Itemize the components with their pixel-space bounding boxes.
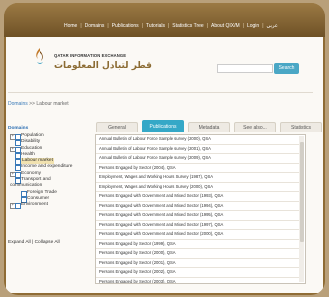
divider [8, 92, 313, 93]
nav-separator: | [80, 23, 82, 29]
nav-link-4[interactable]: Statistics Tree [172, 23, 203, 29]
tab-seealso[interactable]: See also... [234, 122, 276, 132]
search-input[interactable] [217, 64, 273, 73]
vertical-scrollbar[interactable] [299, 136, 304, 282]
list-item[interactable]: Persons Engaged by Sector (2002), QSA [96, 268, 299, 278]
top-navigation-bar: Home | Domains | Publications | Tutorials | Stat… [4, 3, 325, 37]
nav-link-1[interactable]: Domains [85, 23, 105, 29]
list-item[interactable]: Persons Engaged by Sector (2000), QSA [96, 249, 299, 259]
nav-link-5[interactable]: About QIX/M [211, 23, 240, 29]
list-item[interactable]: Persons Engaged with Government and Mixe… [96, 202, 299, 211]
search-button[interactable]: Search [274, 63, 299, 74]
nav-link-0[interactable]: Home [64, 23, 77, 29]
nav-link-7[interactable]: عربي [267, 23, 278, 29]
nav-separator: | [262, 23, 264, 29]
list-item[interactable]: Annual Bulletin of Labour Force Sample s… [96, 135, 299, 145]
sidebar-item-label: Environment [21, 202, 48, 208]
breadcrumb-current: Labour market [36, 101, 69, 107]
list-item[interactable]: Persons Engaged with Government and Mixe… [96, 211, 299, 221]
nav-link-2[interactable]: Publications [112, 23, 139, 29]
list-item[interactable]: Annual Bulletin of Labour Force Sample s… [96, 154, 299, 164]
list-item[interactable]: Employment, Wages and Working Hours Surv… [96, 183, 299, 192]
scrollbar-thumb[interactable] [299, 142, 304, 242]
publications-list[interactable]: Annual Bulletin of Labour Force Sample s… [95, 134, 306, 284]
expand-collapse-links[interactable]: Expand All | Collapse All [8, 240, 60, 245]
list-item[interactable]: Persons Engaged with Government and Mixe… [96, 221, 299, 230]
tab-metadata[interactable]: Metadata [188, 122, 230, 132]
breadcrumb: Domains >> Labour market [8, 101, 69, 107]
nav-separator: | [107, 23, 109, 29]
list-item[interactable]: Persons Engaged with Government and Mixe… [96, 192, 299, 202]
nav-separator: | [242, 23, 244, 29]
nav-link-3[interactable]: Tutorials [146, 23, 165, 29]
nav-separator: | [206, 23, 209, 29]
list-item[interactable]: Annual Bulletin of Labour Force Sample s… [96, 145, 299, 154]
nav-separator: | [141, 23, 143, 29]
tab-bar: General Publications Metadata See also... St… [96, 120, 322, 134]
list-item[interactable]: Persons Engaged by Sector (2004), QSA [96, 164, 299, 173]
tab-publications[interactable]: Publications [142, 120, 184, 132]
qix-logo-icon [36, 48, 43, 64]
list-item[interactable]: Persons Engaged by Sector (2001), QSA [96, 259, 299, 268]
list-item[interactable]: Persons Engaged by Sector (1999), QSA [96, 240, 299, 249]
nav-links: Home | Domains | Publications | Tutorials | Stat… [64, 23, 321, 29]
breadcrumb-separator: >> [29, 101, 35, 107]
tab-statistics[interactable]: Statistics [280, 122, 322, 132]
logo-text-arabic: قطر لتبادل المعلومات [54, 61, 152, 71]
list-item[interactable]: Persons Engaged with Government and Mixe… [96, 230, 299, 240]
sidebar-item[interactable]: + Environment [10, 202, 90, 210]
list-item[interactable]: Persons Engaged by Sector (2003), QSA [96, 278, 299, 284]
domain-tree: + Population Disability + Education Health Lab… [10, 133, 90, 210]
tab-general[interactable]: General [96, 122, 138, 132]
list-item[interactable]: Employment, Wages and Working Hours Surv… [96, 173, 299, 183]
nav-link-6[interactable]: Login [247, 23, 259, 29]
nav-separator: | [167, 23, 170, 29]
logo-text-english: QATAR INFORMATION EXCHANGE [54, 53, 127, 58]
sidebar-title: Domains [8, 126, 29, 131]
breadcrumb-link-domains[interactable]: Domains [8, 101, 28, 107]
